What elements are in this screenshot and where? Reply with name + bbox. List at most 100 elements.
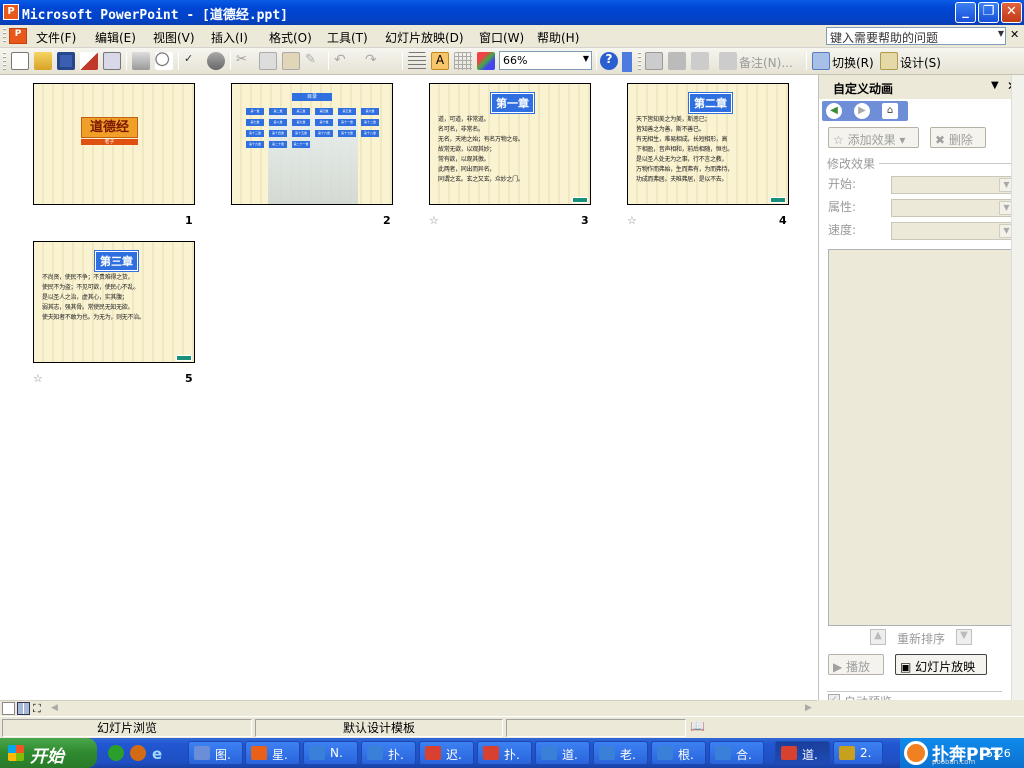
new-icon[interactable] xyxy=(11,52,29,70)
slide-thumbnail-3[interactable]: 第一章 道，可道，非常道。 名可名，非常名。 无名，天地之始；有名万物之母。 故常无欲… xyxy=(429,83,591,205)
help-search-input[interactable]: 键入需要帮助的问题 ▼ xyxy=(826,27,1006,45)
copy-icon[interactable] xyxy=(259,52,277,70)
menu-slideshow[interactable]: 幻灯片放映(D) xyxy=(385,29,464,46)
toc-item[interactable]: 第十六章 xyxy=(315,130,333,137)
menu-file[interactable]: 文件(F) xyxy=(36,29,76,46)
toc-item[interactable]: 第二十章 xyxy=(269,141,287,148)
format-painter-icon[interactable]: ✎ xyxy=(305,52,323,70)
taskbar-window-button[interactable]: 根. xyxy=(651,741,706,765)
menu-grip[interactable] xyxy=(3,28,6,44)
add-effect-button[interactable]: ☆ 添加效果 ▾ xyxy=(828,127,919,148)
taskpane-scrollbar[interactable] xyxy=(1011,75,1024,700)
slide-thumbnail-2[interactable]: 目录 第一章 第二章 第三章 第四章 第五章 第六章 第七章 第八章 第九章 第十章 第十一章 第十二… xyxy=(231,83,393,205)
permission-icon[interactable] xyxy=(80,52,98,70)
slide-sorter-view-icon[interactable] xyxy=(17,702,30,715)
toc-item[interactable]: 第六章 xyxy=(361,108,379,115)
taskbar-window-button[interactable]: 星. xyxy=(245,741,300,765)
slide-thumbnail-1[interactable]: 道德经 老子 xyxy=(33,83,195,205)
document-icon[interactable]: P xyxy=(9,28,27,44)
play-button[interactable]: ▶ 播放 xyxy=(828,654,884,675)
normal-view-icon[interactable] xyxy=(2,702,15,715)
taskbar-window-button[interactable]: 老. xyxy=(593,741,648,765)
menu-format[interactable]: 格式(O) xyxy=(269,29,312,46)
back-icon[interactable]: ◀ xyxy=(826,103,842,119)
forward-icon[interactable]: ▶ xyxy=(854,103,870,119)
toolbar-grip[interactable] xyxy=(638,52,641,70)
taskbar-window-button[interactable]: 迟. xyxy=(419,741,474,765)
move-down-icon[interactable]: ▼ xyxy=(956,629,972,645)
slideshow-view-icon[interactable]: ⛶ xyxy=(33,702,46,715)
rehearse-timings-icon[interactable] xyxy=(668,52,686,70)
menu-view[interactable]: 视图(V) xyxy=(153,29,195,46)
spelling-icon[interactable]: ✓ xyxy=(184,52,202,70)
slideshow-button[interactable]: ▣ 幻灯片放映 xyxy=(895,654,987,675)
menu-window[interactable]: 窗口(W) xyxy=(479,29,524,46)
toc-item[interactable]: 第九章 xyxy=(292,119,310,126)
slide-thumbnail-5[interactable]: 第三章 不尚贤，使民不争；不贵难得之货， 使民不为盗；不见可欲，使民心不乱。 是以圣… xyxy=(33,241,195,363)
animation-list[interactable] xyxy=(828,249,1016,626)
toc-item[interactable]: 第五章 xyxy=(338,108,356,115)
toolbar-options-icon[interactable] xyxy=(622,52,632,72)
design-button[interactable]: 设计(S) xyxy=(900,54,941,71)
print-icon[interactable] xyxy=(132,52,150,70)
status-template[interactable]: 默认设计模板 xyxy=(255,719,503,737)
hide-slide-icon[interactable] xyxy=(645,52,663,70)
print-preview-icon[interactable] xyxy=(155,52,173,70)
toc-item[interactable]: 第十八章 xyxy=(361,130,379,137)
minimize-icon[interactable]: _ xyxy=(955,2,976,23)
toc-item[interactable]: 第八章 xyxy=(269,119,287,126)
remove-button[interactable]: ✖ 删除 xyxy=(930,127,986,148)
open-icon[interactable] xyxy=(34,52,52,70)
taskbar-window-button[interactable]: 道. xyxy=(535,741,590,765)
home-icon[interactable]: ⌂ xyxy=(882,103,898,119)
summary-slide-icon[interactable] xyxy=(691,52,709,70)
toc-item[interactable]: 第十四章 xyxy=(269,130,287,137)
toc-item[interactable]: 第十三章 xyxy=(246,130,264,137)
start-select[interactable]: ▼ xyxy=(891,176,1016,194)
taskbar-window-button[interactable]: 道. xyxy=(775,741,830,765)
transition-icon[interactable] xyxy=(812,52,830,70)
taskbar-window-button[interactable]: 扑. xyxy=(361,741,416,765)
help-icon[interactable]: ? xyxy=(600,52,618,70)
taskbar-window-button[interactable]: 图. xyxy=(188,741,243,765)
scroll-left-icon[interactable]: ◀ xyxy=(51,703,58,713)
chevron-down-icon[interactable]: ▼ xyxy=(998,29,1004,38)
spelling-status-icon[interactable]: 📖 xyxy=(690,719,710,735)
expand-all-icon[interactable] xyxy=(408,52,426,70)
taskpane-menu-icon[interactable]: ▼ xyxy=(991,80,999,91)
notes-icon[interactable] xyxy=(719,52,737,70)
menu-edit[interactable]: 编辑(E) xyxy=(95,29,136,46)
toc-item[interactable]: 第四章 xyxy=(315,108,333,115)
toc-item[interactable]: 第十二章 xyxy=(361,119,379,126)
toc-item[interactable]: 第十九章 xyxy=(246,141,264,148)
save-icon[interactable] xyxy=(57,52,75,70)
research-icon[interactable] xyxy=(207,52,225,70)
toc-item[interactable]: 第二十一章 xyxy=(292,141,310,148)
paste-icon[interactable] xyxy=(282,52,300,70)
toc-item[interactable]: 第十五章 xyxy=(292,130,310,137)
close-icon[interactable]: ✕ xyxy=(1001,2,1022,23)
toc-item[interactable]: 第三章 xyxy=(292,108,310,115)
notes-button[interactable]: 备注(N)... xyxy=(739,54,793,71)
toc-item[interactable]: 第一章 xyxy=(246,108,264,115)
clock[interactable]: 5:26 xyxy=(986,747,1011,760)
menu-insert[interactable]: 插入(I) xyxy=(211,29,248,46)
cut-icon[interactable]: ✂ xyxy=(236,52,254,70)
taskbar-window-button[interactable]: 2. xyxy=(833,741,883,765)
ie-icon[interactable]: e xyxy=(152,745,168,763)
chevron-down-icon[interactable]: ▼ xyxy=(583,54,589,63)
menu-help[interactable]: 帮助(H) xyxy=(537,29,579,46)
move-up-icon[interactable]: ▲ xyxy=(870,629,886,645)
powerpoint-app-icon[interactable]: P xyxy=(3,4,19,20)
browser-icon[interactable] xyxy=(130,745,146,761)
taskbar-window-button[interactable]: 合. xyxy=(709,741,764,765)
toolbar-grip[interactable] xyxy=(3,52,6,70)
toc-item[interactable]: 第十七章 xyxy=(338,130,356,137)
speed-select[interactable]: ▼ xyxy=(891,222,1016,240)
close-doc-icon[interactable]: ✕ xyxy=(1010,28,1019,41)
restore-icon[interactable]: ❐ xyxy=(978,2,999,23)
zoom-select[interactable]: 66% ▼ xyxy=(499,51,592,70)
design-icon[interactable] xyxy=(880,52,898,70)
menu-tools[interactable]: 工具(T) xyxy=(327,29,368,46)
scroll-right-icon[interactable]: ▶ xyxy=(805,703,812,713)
